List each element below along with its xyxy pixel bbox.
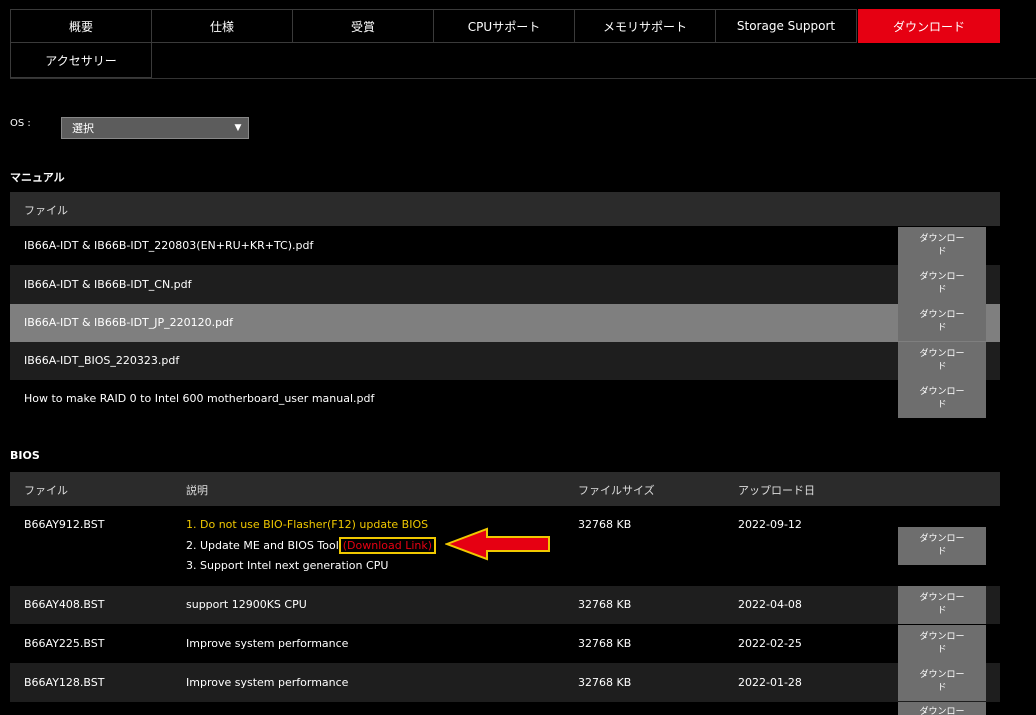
- tab-accessories[interactable]: アクセサリー: [10, 42, 152, 78]
- bios-date: 2022-04-08: [738, 598, 802, 611]
- table-row: IB66A-IDT & IB66B-IDT_220803(EN+RU+KR+TC…: [10, 226, 1000, 265]
- table-row: IB66A-IDT & IB66B-IDT_CN.pdf: [10, 265, 1000, 304]
- download-button[interactable]: ダウンロード: [898, 265, 986, 303]
- download-button[interactable]: ダウンロード: [898, 702, 986, 715]
- download-button[interactable]: ダウンロード: [898, 380, 986, 418]
- bios-date: 2022-01-28: [738, 676, 802, 689]
- tab-bar: 概要 仕様 受賞 CPUサポート メモリサポート Storage Support…: [10, 9, 1000, 79]
- bios-header-file: ファイル: [24, 484, 68, 497]
- red-arrow-icon: [445, 527, 550, 561]
- download-link-box: (Download Link): [338, 537, 437, 554]
- os-label: OS :: [10, 118, 31, 129]
- table-row: B66AY225.BST Improve system performance …: [10, 624, 1000, 663]
- download-link[interactable]: Download Link: [347, 539, 428, 552]
- tab-storage-support[interactable]: Storage Support: [715, 9, 857, 43]
- tab-memory-support[interactable]: メモリサポート: [574, 9, 716, 43]
- bios-desc: Improve system performance: [186, 676, 349, 689]
- bios-file: B66AY225.BST: [24, 637, 105, 650]
- table-row: B66AY408.BST support 12900KS CPU 32768 K…: [10, 586, 1000, 624]
- file-name: IB66A-IDT_BIOS_220323.pdf: [24, 354, 180, 367]
- file-name: IB66A-IDT & IB66B-IDT_JP_220120.pdf: [24, 316, 233, 329]
- bios-file: B66AY408.BST: [24, 598, 105, 611]
- chevron-down-icon: ▼: [234, 123, 242, 133]
- os-selected-value: 選択: [72, 122, 94, 135]
- bios-table-header: ファイル 説明 ファイルサイズ アップロード日: [10, 472, 1000, 506]
- bios-size: 32768 KB: [578, 598, 632, 611]
- bios-size: 32768 KB: [578, 637, 632, 650]
- bios-header-size: ファイルサイズ: [578, 484, 655, 497]
- bios-section-title: BIOS: [10, 449, 40, 462]
- tab-awards[interactable]: 受賞: [292, 9, 434, 43]
- file-name: How to make RAID 0 to Intel 600 motherbo…: [24, 392, 375, 405]
- download-button[interactable]: ダウンロード: [898, 227, 986, 265]
- os-select[interactable]: 選択 ▼: [61, 117, 249, 139]
- tab-divider: [10, 78, 1036, 79]
- bios-file: B66AY912.BST: [24, 518, 105, 531]
- bios-date: 2022-09-12: [738, 518, 802, 531]
- download-button[interactable]: ダウンロード: [898, 527, 986, 565]
- bios-desc-line2: 2. Update ME and BIOS Tool (Download Link…: [186, 537, 437, 554]
- file-name: IB66A-IDT & IB66B-IDT_CN.pdf: [24, 278, 192, 291]
- bios-date: 2022-02-25: [738, 637, 802, 650]
- table-row: B66AY128.BST Improve system performance …: [10, 663, 1000, 702]
- manual-header-file: ファイル: [24, 204, 68, 217]
- download-button[interactable]: ダウンロード: [898, 303, 986, 341]
- bios-desc-line1: 1. Do not use BIO-Flasher(F12) update BI…: [186, 518, 429, 531]
- download-button[interactable]: ダウンロード: [898, 625, 986, 663]
- bios-desc: Improve system performance: [186, 637, 349, 650]
- table-row: IB66A-IDT_BIOS_220323.pdf: [10, 342, 1000, 380]
- download-button[interactable]: ダウンロード: [898, 342, 986, 380]
- tab-specs[interactable]: 仕様: [151, 9, 293, 43]
- bios-desc: support 12900KS CPU: [186, 598, 307, 611]
- bios-size: 32768 KB: [578, 676, 632, 689]
- bios-header-desc: 説明: [186, 484, 208, 497]
- manual-section-title: マニュアル: [10, 171, 65, 184]
- tab-download[interactable]: ダウンロード: [858, 9, 1000, 43]
- file-name: IB66A-IDT & IB66B-IDT_220803(EN+RU+KR+TC…: [24, 239, 314, 252]
- table-row: IB66A-IDT & IB66B-IDT_JP_220120.pdf: [10, 304, 1000, 342]
- bios-file: B66AY128.BST: [24, 676, 105, 689]
- download-button[interactable]: ダウンロード: [898, 586, 986, 624]
- tab-cpu-support[interactable]: CPUサポート: [433, 9, 575, 43]
- download-button[interactable]: ダウンロード: [898, 663, 986, 701]
- bios-desc-line3: 3. Support Intel next generation CPU: [186, 559, 389, 572]
- manual-table-header: ファイル: [10, 192, 1000, 226]
- bios-size: 32768 KB: [578, 518, 632, 531]
- tab-overview[interactable]: 概要: [10, 9, 152, 43]
- bios-header-date: アップロード日: [738, 484, 815, 497]
- table-row: How to make RAID 0 to Intel 600 motherbo…: [10, 380, 1000, 418]
